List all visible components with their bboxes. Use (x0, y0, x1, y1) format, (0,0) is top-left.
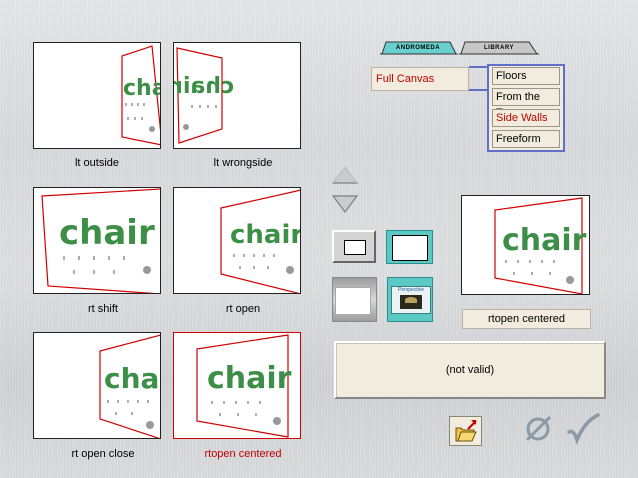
thumbnail-rtopen-centered[interactable]: chair (173, 332, 301, 439)
thumbnail-caption: rt shift (88, 303, 118, 315)
frame-plain-button[interactable] (332, 230, 376, 263)
tab-library-label: LIBRARY (484, 45, 514, 51)
thumbnail-caption: rt open (225, 303, 261, 315)
menu-item-side-walls[interactable]: Side Walls (492, 109, 560, 127)
frame-plain-icon (344, 240, 366, 255)
perspective-button[interactable]: Perspective (387, 277, 433, 322)
status-panel: (not valid) (334, 341, 606, 399)
menu-connector (469, 66, 488, 91)
thumbnail-art-text: chair (104, 362, 161, 395)
canvas-field-value: Full Canvas (376, 73, 435, 85)
arrow-down-icon[interactable] (331, 192, 359, 217)
thumbnail-art-text: chair (207, 361, 292, 396)
gradient-box-button[interactable] (332, 277, 377, 322)
thumbnail-art-text: chair (59, 213, 155, 253)
checkmark-icon[interactable] (566, 412, 600, 449)
thumbnail-caption: rt open close (71, 448, 135, 460)
thumbnail-art-text: chair (230, 220, 301, 250)
status-text: (not valid) (445, 364, 495, 376)
preview-caption-text: rtopen centered (487, 313, 566, 325)
frame-blue-icon (392, 235, 428, 261)
mode-menu: Floors From the Top Side Walls Freeform (487, 64, 565, 152)
perspective-logo-text: Perspective (397, 287, 425, 293)
menu-item-from-the-top[interactable]: From the Top (492, 88, 560, 119)
open-folder-icon (455, 420, 477, 442)
tab-library[interactable]: LIBRARY (459, 41, 539, 55)
gradient-box-icon (335, 287, 371, 315)
thumbnail-art-text: chair (123, 76, 161, 101)
menu-item-floors[interactable]: Floors (492, 67, 560, 85)
preview-caption: rtopen centered (462, 309, 591, 329)
menu-item-label: Side Walls (496, 112, 548, 124)
thumbnail-rt-shift[interactable]: chair (33, 187, 161, 294)
arrow-up-icon[interactable] (331, 165, 359, 190)
menu-item-freeform[interactable]: Freeform (492, 130, 560, 148)
frame-blue-button[interactable] (386, 230, 433, 264)
perspective-logo-icon: Perspective (391, 286, 431, 314)
thumbnail-caption: lt wrongside (213, 157, 273, 169)
thumbnail-caption: lt outside (74, 157, 120, 169)
tab-andromeda[interactable]: ANDROMEDA (378, 41, 458, 55)
thumbnail-art-text: chair (174, 74, 234, 99)
thumbnail-caption-selected: rtopen centered (204, 448, 282, 460)
canvas-field[interactable]: Full Canvas (371, 67, 469, 91)
thumbnail-rt-open[interactable]: chair (173, 187, 301, 294)
menu-item-label: Freeform (496, 133, 541, 145)
preview-art-text: chair (502, 223, 587, 258)
thumbnail-rt-open-close[interactable]: chair (33, 332, 161, 439)
tab-andromeda-label: ANDROMEDA (395, 45, 441, 51)
thumbnail-lt-wrongside[interactable]: chair (173, 42, 301, 149)
preview-image: chair (461, 195, 590, 295)
thumbnail-lt-outside[interactable]: chair (33, 42, 161, 149)
menu-item-label: Floors (496, 70, 527, 82)
cancel-icon[interactable] (523, 414, 553, 447)
open-folder-button[interactable] (449, 416, 482, 446)
